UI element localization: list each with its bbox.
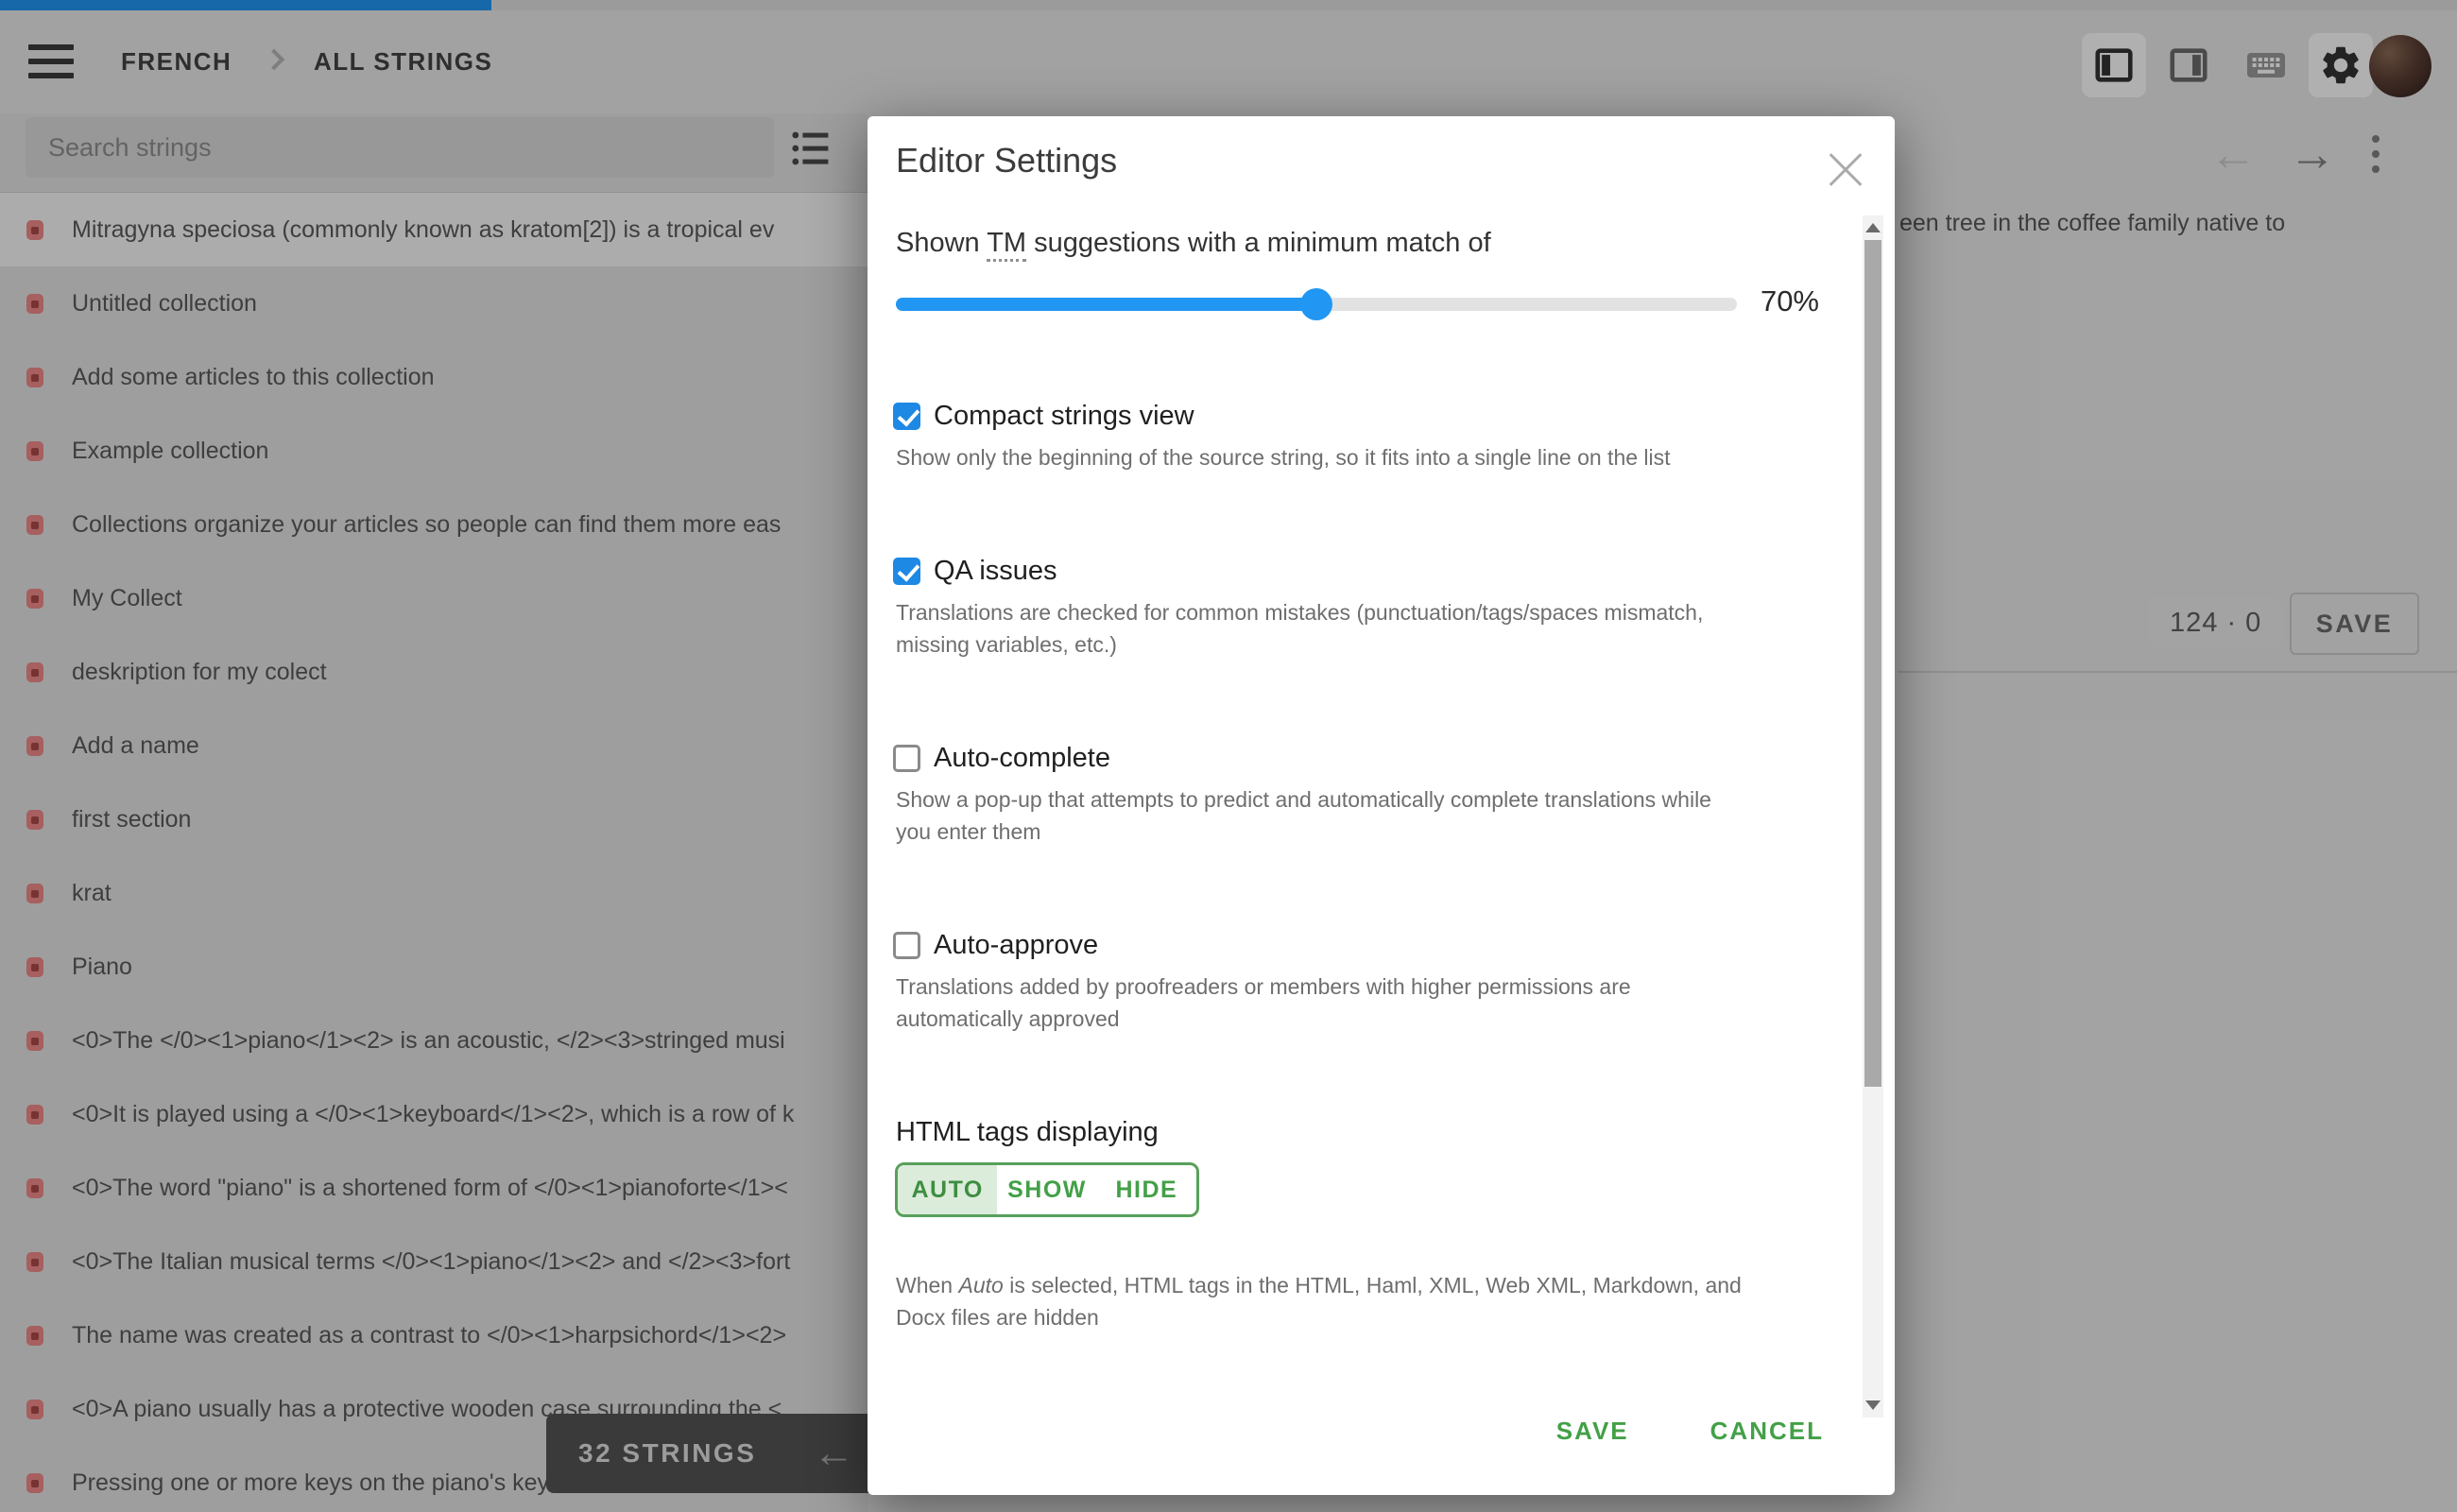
tm-label-before: Shown	[896, 228, 987, 258]
option-description: Show a pop-up that attempts to predict a…	[896, 783, 1831, 848]
option-header: Auto-approve	[893, 924, 1838, 966]
tm-abbr: TM	[987, 228, 1026, 262]
dialog-actions: SAVE CANCEL	[1556, 1412, 1824, 1450]
option-description: Translations added by proofreaders or me…	[896, 971, 1831, 1035]
html-tags-description: When Auto is selected, HTML tags in the …	[896, 1237, 1831, 1333]
settings-option: Auto-complete Show a pop-up that attempt…	[893, 737, 1838, 848]
scroll-down-icon[interactable]	[1865, 1400, 1881, 1410]
checkbox-checked[interactable]	[893, 403, 920, 430]
scroll-up-icon[interactable]	[1865, 223, 1881, 232]
desc-before: When	[896, 1273, 958, 1297]
slider-knob[interactable]	[1300, 288, 1332, 320]
close-icon[interactable]	[1820, 145, 1871, 196]
settings-option: Auto-approve Translations added by proof…	[893, 924, 1838, 1035]
checkbox-unchecked[interactable]	[893, 745, 920, 772]
tm-label-after: suggestions with a minimum match of	[1026, 228, 1491, 258]
app-root: FRENCH ALL STRINGS	[0, 0, 2457, 1512]
editor-settings-dialog: Editor Settings Shown TM suggestions wit…	[868, 116, 1895, 1495]
slider-fill	[896, 298, 1316, 311]
desc-auto-word: Auto	[958, 1273, 1003, 1297]
tm-match-label: Shown TM suggestions with a minimum matc…	[896, 224, 1491, 262]
checkbox-checked[interactable]	[893, 558, 920, 585]
scrollbar-thumb[interactable]	[1864, 240, 1881, 1087]
dialog-title: Editor Settings	[896, 141, 1117, 180]
html-tags-segment-show[interactable]: SHOW	[997, 1165, 1096, 1214]
tm-match-slider[interactable]	[896, 298, 1737, 311]
option-description: Show only the beginning of the source st…	[896, 441, 1831, 473]
save-button[interactable]: SAVE	[1556, 1412, 1629, 1450]
option-header: QA issues	[893, 550, 1838, 592]
html-tags-label: HTML tags displaying	[896, 1111, 1159, 1153]
checkbox-unchecked[interactable]	[893, 932, 920, 959]
option-label: QA issues	[934, 556, 1057, 587]
settings-option: QA issues Translations are checked for c…	[893, 550, 1838, 661]
desc-after: is selected, HTML tags in the HTML, Haml…	[896, 1273, 1742, 1330]
settings-option: Compact strings view Show only the begin…	[893, 395, 1838, 473]
option-header: Compact strings view	[893, 395, 1838, 437]
option-label: Auto-approve	[934, 930, 1098, 961]
tm-match-value: 70%	[1761, 284, 1819, 318]
option-description: Translations are checked for common mist…	[896, 596, 1831, 661]
dialog-scrollbar	[1863, 215, 1883, 1418]
option-header: Auto-complete	[893, 737, 1838, 779]
html-tags-segmented-control: AUTO SHOW HIDE	[895, 1162, 1199, 1217]
cancel-button[interactable]: CANCEL	[1710, 1412, 1824, 1450]
html-tags-segment-hide[interactable]: HIDE	[1097, 1165, 1196, 1214]
option-label: Compact strings view	[934, 401, 1194, 432]
html-tags-segment-auto[interactable]: AUTO	[898, 1165, 997, 1214]
option-label: Auto-complete	[934, 743, 1110, 774]
